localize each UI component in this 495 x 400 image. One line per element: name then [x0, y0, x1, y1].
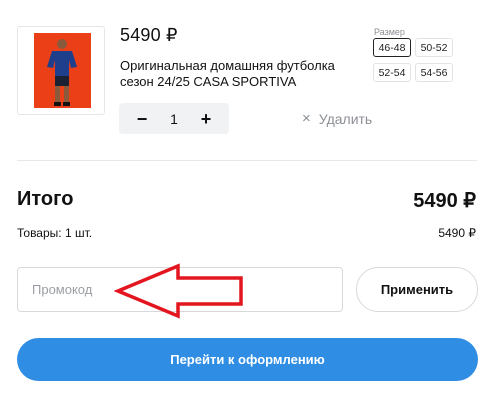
size-option[interactable]: 54-56 — [415, 63, 453, 82]
product-thumbnail[interactable] — [17, 26, 105, 115]
size-option[interactable]: 50-52 — [415, 38, 453, 57]
total-label: Итого — [17, 188, 74, 210]
quantity-stepper: − 1 + — [119, 103, 229, 134]
quantity-value: 1 — [170, 110, 178, 127]
remove-label: Удалить — [318, 110, 373, 127]
product-price: 5490 ₽ — [120, 25, 178, 45]
goods-value: 5490 ₽ — [438, 226, 476, 240]
increase-quantity-button[interactable]: + — [195, 110, 217, 128]
remove-button[interactable]: × Удалить — [302, 110, 372, 127]
product-title[interactable]: Оригинальная домашняя футболка сезон 24/… — [120, 58, 360, 90]
total-value: 5490 ₽ — [413, 190, 476, 212]
decrease-quantity-button[interactable]: − — [131, 110, 153, 128]
size-selector: 46-48 50-52 52-54 54-56 — [373, 38, 455, 82]
promo-code-input[interactable] — [17, 267, 343, 312]
checkout-button[interactable]: Перейти к оформлению — [17, 338, 478, 381]
goods-count-label: Товары: 1 шт. — [17, 226, 93, 240]
product-photo — [34, 33, 91, 108]
size-option[interactable]: 46-48 — [373, 38, 411, 57]
apply-promo-button[interactable]: Применить — [356, 267, 478, 312]
size-label: Размер — [374, 27, 405, 37]
section-divider — [17, 160, 477, 161]
close-icon: × — [302, 110, 311, 127]
size-option[interactable]: 52-54 — [373, 63, 411, 82]
